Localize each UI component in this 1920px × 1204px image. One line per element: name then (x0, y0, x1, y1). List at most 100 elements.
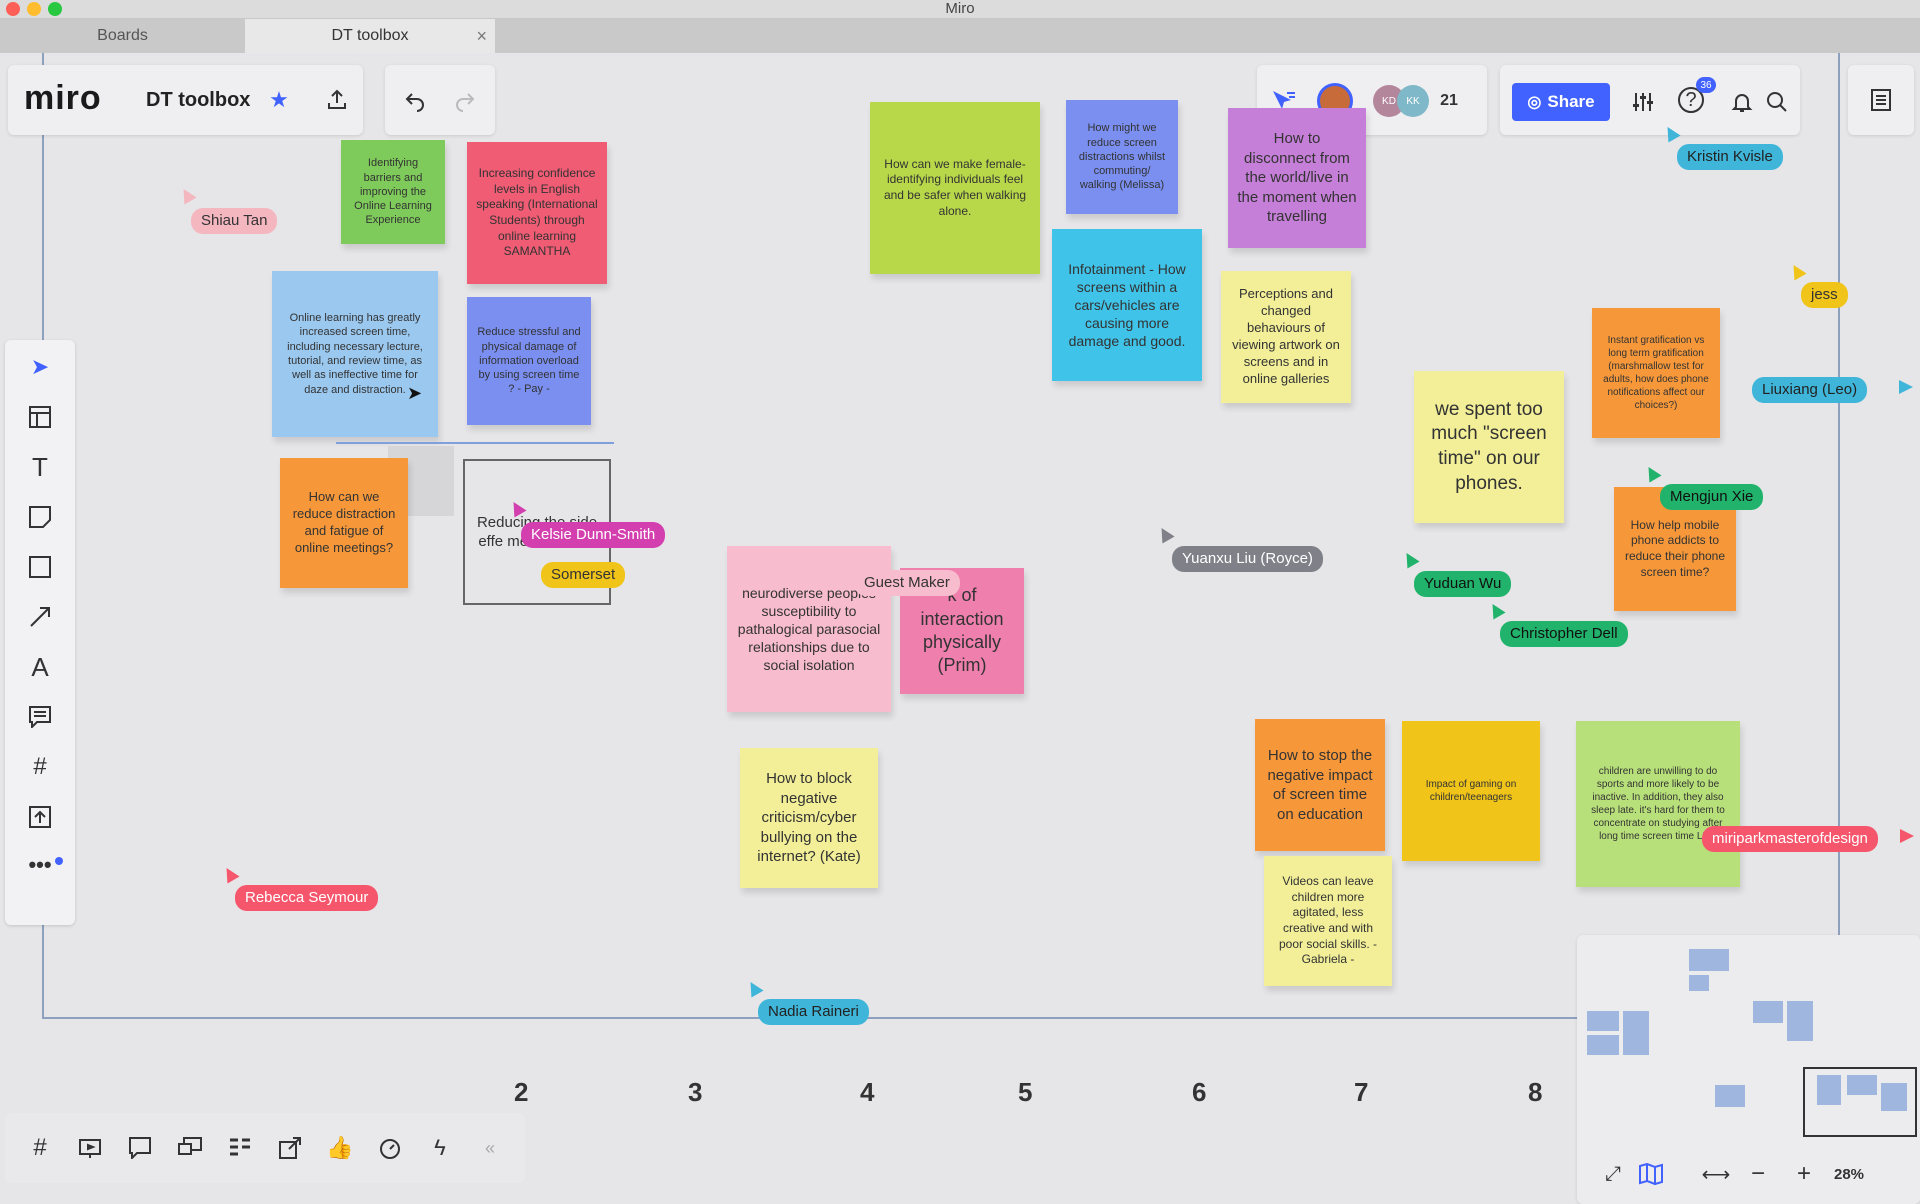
sticky-note[interactable]: children are unwilling to do sports and … (1576, 721, 1740, 887)
history-panel (385, 65, 495, 135)
minimap-block (1847, 1075, 1877, 1095)
minimap[interactable]: ⤢ ⟷ − + 28% (1577, 935, 1920, 1204)
minimap-block (1689, 975, 1709, 991)
board-title[interactable]: DT toolbox (146, 89, 250, 112)
text-tool-icon[interactable]: T (25, 452, 55, 482)
star-icon[interactable]: ★ (266, 87, 292, 113)
sticky-note-text: Perceptions and changed behaviours of vi… (1232, 286, 1340, 386)
sticky-note[interactable]: we spent too much "screen time" on our p… (1414, 371, 1564, 523)
miro-logo[interactable]: miro (24, 79, 102, 118)
presentation-icon[interactable] (75, 1133, 105, 1163)
close-window-button[interactable] (6, 2, 20, 16)
cursor-label: Kristin Kvisle (1677, 144, 1783, 170)
map-icon[interactable] (1637, 1160, 1665, 1188)
sticky-note[interactable]: How can we make female-identifying indiv… (870, 102, 1040, 274)
column-number: 3 (688, 1077, 703, 1107)
comments-icon[interactable] (125, 1133, 155, 1163)
search-icon[interactable] (1762, 87, 1792, 117)
screen-share-icon[interactable] (175, 1133, 205, 1163)
toolbar-right-panel: ◎ Share ? 36 (1500, 65, 1800, 135)
voting-thumbs-up-icon[interactable]: 👍 (325, 1133, 355, 1163)
templates-icon[interactable] (25, 402, 55, 432)
collaborator-count[interactable]: 21 (1431, 85, 1467, 117)
upload-tool-icon[interactable] (25, 802, 55, 832)
zoom-out-icon[interactable]: − (1744, 1160, 1772, 1188)
column-number: 6 (1192, 1077, 1207, 1107)
sticky-note[interactable]: How can we reduce distraction and fatigu… (280, 458, 408, 588)
sticky-note[interactable]: Infotainment - How screens within a cars… (1052, 229, 1202, 381)
minimap-block (1753, 1001, 1783, 1023)
sticky-note[interactable]: How to disconnect from the world/live in… (1228, 108, 1366, 248)
tab-boards[interactable]: Boards (0, 19, 245, 53)
redo-icon[interactable] (450, 85, 480, 115)
sticky-note-text: neurodiverse peoples susceptibility to p… (737, 584, 881, 674)
lightning-icon[interactable]: ϟ (425, 1133, 455, 1163)
sticky-note[interactable]: How might we reduce screen distractions … (1066, 100, 1178, 214)
column-number: 2 (514, 1077, 529, 1107)
sticky-note-text: Infotainment - How screens within a cars… (1068, 260, 1186, 350)
help-badge: 36 (1696, 77, 1716, 93)
comment-tool-icon[interactable] (25, 702, 55, 732)
left-toolbar: ➤ T A # ••• (5, 340, 75, 925)
connection-line-icon[interactable] (25, 602, 55, 632)
sticky-note-text: k of interaction physically (Prim) (920, 585, 1004, 676)
kanban-icon[interactable] (225, 1133, 255, 1163)
export-panel (308, 65, 368, 135)
mouse-pointer-icon: ➤ (407, 383, 423, 403)
export-board-icon[interactable] (275, 1133, 305, 1163)
select-tool-icon[interactable]: ➤ (25, 352, 55, 382)
sticky-note[interactable]: Identifying barriers and improving the O… (341, 140, 445, 244)
minimize-window-button[interactable] (27, 2, 41, 16)
minimap-block (1817, 1075, 1841, 1105)
minimap-block (1881, 1083, 1907, 1111)
tab-dt-toolbox[interactable]: DT toolbox × (245, 19, 495, 53)
zoom-level[interactable]: 28% (1825, 1160, 1873, 1188)
sticky-note-text: Impact of gaming on children/teenagers (1425, 779, 1517, 803)
notifications-bell-icon[interactable] (1727, 87, 1757, 117)
fit-to-screen-icon[interactable]: ⟷ (1702, 1160, 1731, 1188)
cursor-label: Christopher Dell (1500, 621, 1628, 647)
sticky-note[interactable]: Impact of gaming on children/teenagers (1402, 721, 1540, 861)
pen-tool-icon[interactable]: A (25, 652, 55, 682)
zoom-in-icon[interactable]: + (1790, 1160, 1818, 1188)
cursor-label: Yuduan Wu (1414, 571, 1512, 597)
column-number: 4 (860, 1077, 875, 1107)
board-canvas[interactable]: miro DT toolbox ★ KD KK 21 ◎ Share ? 36 … (0, 53, 1920, 1204)
sticky-note[interactable]: Instant gratification vs long term grati… (1592, 308, 1720, 438)
sticky-note-text: Reduce stressful and physical damage of … (477, 326, 581, 396)
sticky-note-text: How help mobile phone addicts to reduce … (1624, 517, 1726, 579)
tab-boards-label: Boards (97, 27, 148, 44)
sticky-note-text: How to block negative criticism/cyber bu… (757, 770, 861, 866)
sticky-note[interactable]: How to stop the negative impact of scree… (1255, 719, 1385, 851)
close-tab-icon[interactable]: × (476, 19, 487, 53)
timer-icon[interactable] (375, 1133, 405, 1163)
notes-panel (1848, 65, 1914, 135)
sticky-note[interactable]: Videos can leave children more agitated,… (1264, 856, 1392, 986)
sticky-note[interactable]: Reduce stressful and physical damage of … (467, 297, 591, 425)
cursor-label: Nadia Raineri (758, 999, 869, 1025)
shape-tool-icon[interactable] (25, 552, 55, 582)
maximize-window-button[interactable] (48, 2, 62, 16)
export-icon[interactable] (322, 85, 352, 115)
notes-icon[interactable] (1866, 85, 1896, 115)
sticky-note[interactable]: How to block negative criticism/cyber bu… (740, 748, 878, 888)
sticky-note[interactable]: Online learning has greatly increased sc… (272, 271, 438, 437)
cursor-label: miriparkmasterofdesign (1702, 826, 1878, 852)
minimap-block (1787, 1001, 1813, 1041)
collapse-toolbar-icon[interactable]: « (475, 1133, 505, 1163)
fullscreen-icon[interactable]: ⤢ (1599, 1160, 1627, 1188)
frame-tool-icon[interactable]: # (25, 752, 55, 782)
share-button[interactable]: ◎ Share (1512, 83, 1610, 121)
settings-sliders-icon[interactable] (1628, 87, 1658, 117)
sticky-note-tool-icon[interactable] (25, 502, 55, 532)
window-title: Miro (945, 0, 975, 17)
cursor-label: Yuanxu Liu (Royce) (1172, 546, 1323, 572)
minimap-block (1587, 1035, 1619, 1055)
undo-icon[interactable] (400, 85, 430, 115)
sticky-note[interactable]: Increasing confidence levels in English … (467, 142, 607, 284)
frames-icon[interactable]: # (25, 1133, 55, 1163)
more-tools-icon[interactable]: ••• (25, 850, 55, 880)
cursor-label: Kelsie Dunn-Smith (521, 522, 666, 548)
sticky-note[interactable]: Perceptions and changed behaviours of vi… (1221, 271, 1351, 403)
collaborator-avatar[interactable]: KK (1397, 85, 1429, 117)
